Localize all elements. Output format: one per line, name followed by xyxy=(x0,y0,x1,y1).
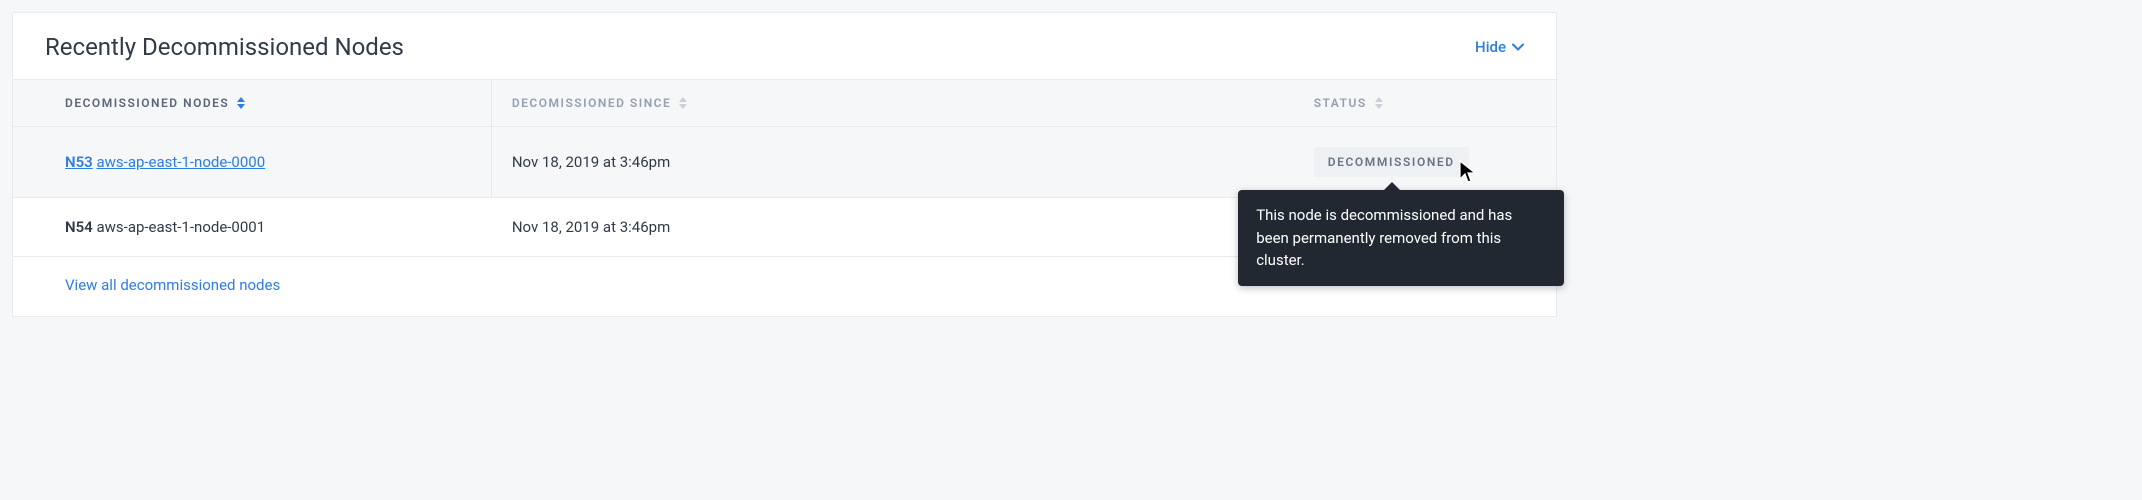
node-name: aws-ap-east-1-node-0000 xyxy=(97,153,266,171)
column-label: STATUS xyxy=(1314,96,1367,110)
card-header: Recently Decommissioned Nodes Hide xyxy=(13,33,1556,79)
sort-icon xyxy=(679,97,688,109)
table-header-row: DECOMISSIONED NODES DECOMISSIONED SINCE … xyxy=(13,80,1556,127)
hide-toggle[interactable]: Hide xyxy=(1475,38,1524,56)
column-label: DECOMISSIONED NODES xyxy=(65,96,229,110)
node-text: N54 aws-ap-east-1-node-0001 xyxy=(65,218,265,236)
column-header-status[interactable]: STATUS xyxy=(1314,96,1384,110)
decommissioned-nodes-card: Recently Decommissioned Nodes Hide DECOM… xyxy=(12,12,1557,317)
tooltip-text: This node is decommissioned and has been… xyxy=(1256,206,1512,269)
decommissioned-since: Nov 18, 2019 at 3:46pm xyxy=(512,218,670,236)
status-badge[interactable]: DECOMMISSIONED xyxy=(1314,147,1469,177)
table-row: N53 aws-ap-east-1-node-0000 Nov 18, 2019… xyxy=(13,127,1556,198)
node-link[interactable]: N53 aws-ap-east-1-node-0000 xyxy=(65,153,265,171)
decommissioned-since: Nov 18, 2019 at 3:46pm xyxy=(512,153,670,171)
card-title: Recently Decommissioned Nodes xyxy=(45,33,404,61)
chevron-down-icon xyxy=(1512,43,1524,51)
sort-icon xyxy=(1375,97,1384,109)
column-header-nodes[interactable]: DECOMISSIONED NODES xyxy=(65,96,246,110)
status-tooltip: This node is decommissioned and has been… xyxy=(1238,190,1564,286)
node-id: N54 xyxy=(65,218,93,236)
node-name: aws-ap-east-1-node-0001 xyxy=(97,218,266,236)
hide-toggle-label: Hide xyxy=(1475,38,1506,56)
column-header-since[interactable]: DECOMISSIONED SINCE xyxy=(512,96,688,110)
node-id: N53 xyxy=(65,153,93,171)
view-all-link[interactable]: View all decommissioned nodes xyxy=(65,276,280,294)
sort-icon xyxy=(237,97,246,109)
column-label: DECOMISSIONED SINCE xyxy=(512,96,671,110)
